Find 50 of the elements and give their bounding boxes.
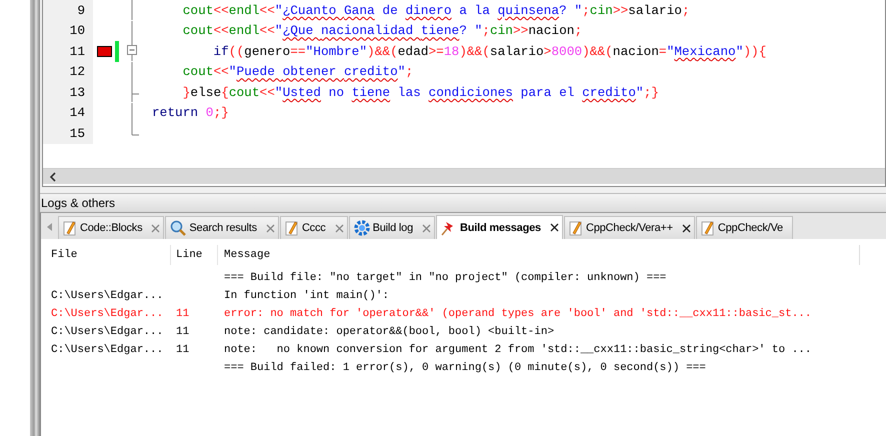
code-line: if((genero=="Hombre")&&(edad>=18)&&(salario>8000)&&(nacion="Mexicano")){ bbox=[212, 44, 766, 59]
table-cell: C:\Users\Edgar... bbox=[51, 308, 164, 320]
tab[interactable]: CppCheck/Vera++ bbox=[564, 216, 695, 239]
code-line: cout<<"Puede obtener credito"; bbox=[182, 64, 414, 80]
code-line: cout<<endl<<"¿Que nacionalidad tiene? ";cin>>nacion; bbox=[182, 23, 582, 38]
horizontal-scrollbar[interactable] bbox=[43, 168, 885, 184]
code-line: cout<<endl<<"¿Cuanto Gana de dinero a la quinsena? ";cin>>salario; bbox=[182, 2, 690, 18]
gear-icon bbox=[354, 220, 370, 236]
tab-scroll-left-icon[interactable] bbox=[46, 222, 54, 232]
pencil-icon bbox=[568, 220, 583, 236]
line-number: 13 bbox=[43, 82, 93, 102]
table-cell: C:\Users\Edgar... bbox=[51, 290, 164, 302]
table-cell: error: no match for 'operator&&' (operand types are 'bool' and 'std::__cxx11::basic_st... bbox=[224, 308, 812, 320]
splitter-bar[interactable] bbox=[30, 0, 40, 436]
line-number: 10 bbox=[43, 20, 93, 41]
code-line: return 0;} bbox=[152, 105, 229, 120]
line-number: 15 bbox=[43, 123, 93, 144]
table-cell: === Build file: "no target" in "no project" (compiler: unknown) === bbox=[224, 272, 666, 284]
table-cell: 11 bbox=[176, 326, 190, 338]
table-cell: 11 bbox=[176, 344, 190, 356]
tab[interactable]: Build log bbox=[348, 216, 435, 239]
column-header[interactable]: Line bbox=[171, 245, 218, 265]
tab[interactable]: Cccc bbox=[280, 216, 348, 239]
tab[interactable]: Build messages bbox=[436, 215, 563, 239]
table-cell: note: candidate: operator&&(bool, bool) <built-in> bbox=[224, 326, 554, 338]
fold-end-line bbox=[132, 123, 140, 136]
panel-title: Logs & others bbox=[40, 193, 886, 213]
column-header[interactable]: File bbox=[49, 245, 171, 265]
tab[interactable]: Code::Blocks bbox=[58, 216, 164, 239]
table-cell: 11 bbox=[176, 308, 190, 320]
close-icon[interactable] bbox=[682, 224, 691, 232]
pencil-icon bbox=[700, 220, 715, 236]
pencil-icon bbox=[284, 220, 299, 236]
line-number: 14 bbox=[43, 102, 93, 123]
fold-toggle-icon[interactable] bbox=[124, 41, 140, 61]
table-cell: C:\Users\Edgar... bbox=[51, 326, 164, 338]
table-cell: note: no known conversion for argument 2 from 'std::__cxx11::basic_string<char>' to ... bbox=[224, 344, 812, 356]
table-cell: In function 'int main()': bbox=[224, 290, 390, 302]
line-number: 9 bbox=[43, 0, 93, 20]
column-header[interactable]: Message bbox=[218, 245, 886, 265]
line-number: 12 bbox=[43, 62, 93, 82]
table-cell: C:\Users\Edgar... bbox=[51, 344, 164, 356]
line-number: 11 bbox=[43, 41, 93, 62]
close-icon[interactable] bbox=[550, 223, 559, 232]
tab[interactable]: Search results bbox=[165, 216, 279, 239]
pencil-icon bbox=[63, 220, 77, 236]
code-line: }else{cout<<"Usted no tiene las condiciones para el credito";} bbox=[182, 84, 659, 100]
table-cell: === Build failed: 1 error(s), 0 warning(s) (0 minute(s), 0 second(s)) === bbox=[224, 362, 706, 374]
tab[interactable]: CppCheck/Ve bbox=[696, 216, 793, 239]
search-icon bbox=[170, 220, 186, 236]
